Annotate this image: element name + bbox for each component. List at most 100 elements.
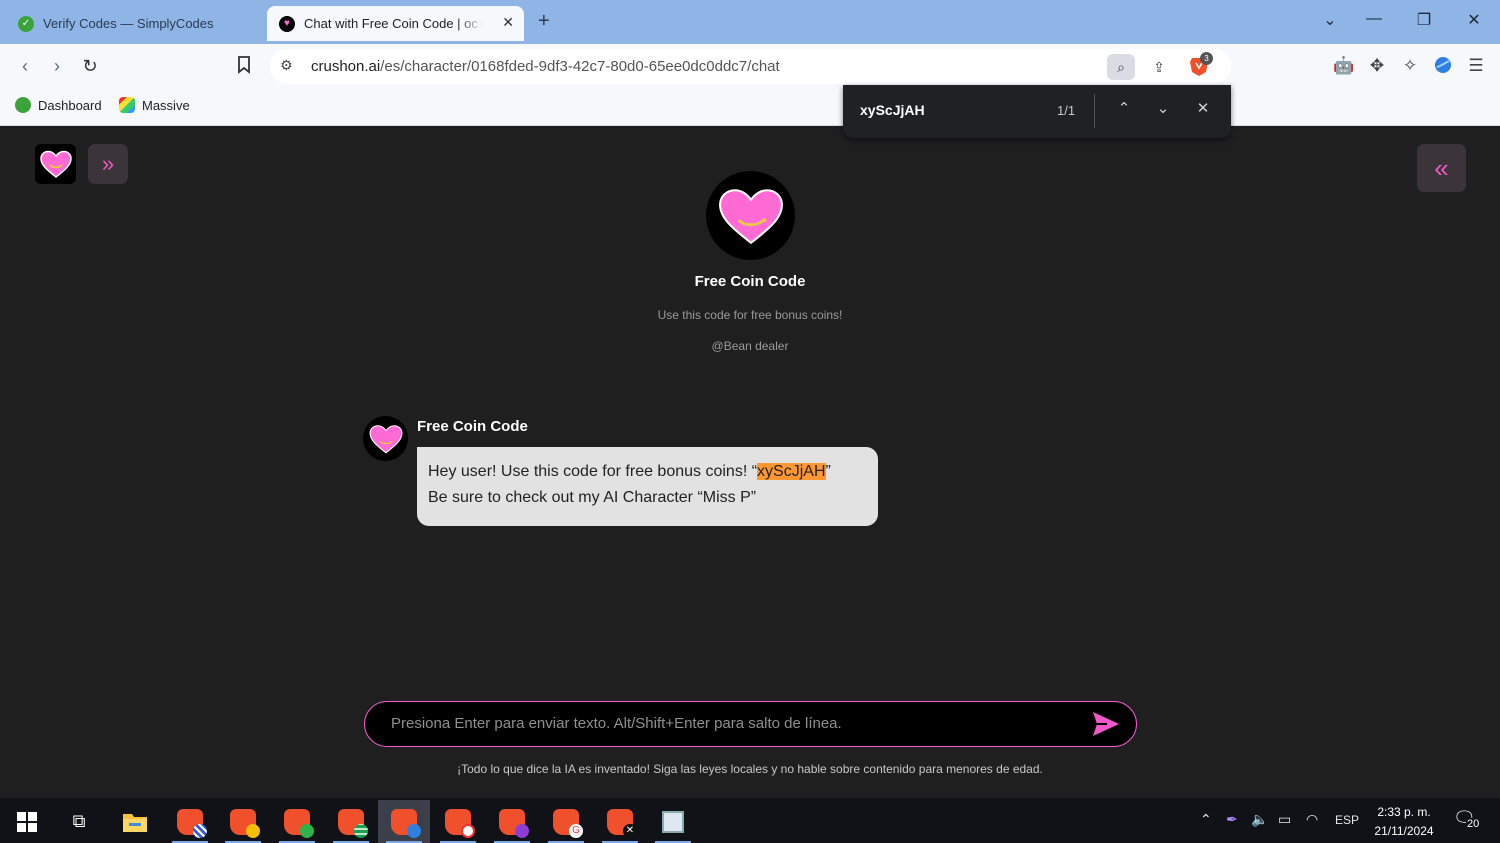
folder-icon (123, 813, 147, 832)
message-line-2: Be sure to check out my AI Character “Mi… (428, 489, 757, 506)
app-window-button[interactable] (647, 800, 699, 843)
file-explorer-button[interactable] (109, 800, 161, 843)
show-hidden-icons-icon[interactable]: ⌃ (1200, 811, 1212, 828)
message-avatar (363, 416, 408, 461)
tab-title: Chat with Free Coin Code | oc n (304, 16, 484, 31)
crushon-favicon-icon: ♥ (279, 15, 295, 32)
address-bar[interactable]: ⚙ crushon.ai/es/character/0168fded-9df3-… (270, 49, 1231, 84)
bookmark-label: Massive (142, 97, 190, 113)
ai-disclaimer: ¡Todo lo que dice la IA es inventado! Si… (457, 762, 1043, 776)
clock-time: 2:33 p. m. (1377, 805, 1431, 819)
back-icon[interactable]: ‹ (14, 56, 36, 77)
leo-ai-icon[interactable]: 🤖 (1333, 56, 1355, 76)
bookmark-massive[interactable]: Massive (119, 97, 190, 113)
dashboard-favicon-icon (15, 97, 31, 113)
bookmark-icon[interactable] (233, 56, 255, 79)
tab-chat-free-coin-code[interactable]: ♥ Chat with Free Coin Code | oc n ✕ (267, 6, 524, 41)
brave-icon (391, 808, 421, 838)
bookmark-dashboard[interactable]: Dashboard (15, 97, 102, 113)
bookmarks-bar: Dashboard Massive (0, 90, 1500, 126)
find-match-count: 1/1 (1057, 103, 1076, 118)
heart-avatar-icon (718, 188, 783, 244)
volume-icon[interactable]: 🔈 (1251, 811, 1268, 828)
brave-icon (177, 808, 207, 838)
brave-profile-5-button[interactable] (378, 800, 430, 843)
task-view-icon: ⧉ (72, 811, 86, 831)
feather-app-icon[interactable]: ✒ (1226, 811, 1238, 828)
vpn-globe-icon[interactable] (1432, 56, 1454, 79)
message-sender: Free Coin Code (417, 418, 528, 435)
brave-icon: G (553, 808, 583, 838)
character-name: Free Coin Code (694, 273, 806, 290)
brave-profile-1-button[interactable] (164, 800, 216, 843)
find-highlight: xyScJjAH (757, 463, 826, 480)
brave-icon (284, 808, 314, 838)
chat-page: » « Free Coin Code Use this code for fre… (0, 127, 1500, 798)
expand-sidebar-button[interactable]: » (88, 144, 128, 184)
brave-profile-7-button[interactable] (486, 800, 538, 843)
url-text: crushon.ai/es/character/0168fded-9df3-42… (311, 58, 780, 75)
tab-verify-codes[interactable]: ✓ Verify Codes — SimplyCodes (8, 6, 258, 41)
minimize-icon[interactable]: — (1362, 10, 1386, 28)
previous-match-icon[interactable]: ⌃ (1114, 99, 1134, 117)
share-icon[interactable]: ⇪ (1145, 54, 1173, 80)
find-input[interactable]: xyScJjAH (860, 102, 925, 118)
close-tab-icon[interactable]: ✕ (502, 14, 514, 31)
double-chevron-right-icon: » (101, 151, 115, 176)
simplycodes-favicon-icon: ✓ (18, 15, 34, 32)
double-chevron-left-icon: « (1434, 152, 1449, 183)
brave-icon (445, 808, 475, 838)
brave-profile-9-button[interactable]: ✕ (594, 800, 646, 843)
heart-logo-icon (39, 150, 72, 178)
collapse-panel-button[interactable]: « (1417, 144, 1466, 192)
windows-taskbar: ⧉ G ✕ ⌃ ✒ 🔈 ▭ ◠ ESP 2:33 p. m. 21/11/202… (0, 798, 1500, 843)
menu-icon[interactable]: ☰ (1465, 56, 1487, 76)
brave-profile-8-button[interactable]: G (540, 800, 592, 843)
brave-icon (499, 808, 529, 838)
message-bubble: Hey user! Use this code for free bonus c… (417, 447, 878, 526)
send-icon[interactable] (1091, 710, 1121, 738)
restore-icon[interactable]: ❐ (1412, 10, 1436, 30)
new-tab-icon[interactable]: + (538, 10, 550, 33)
notification-count: 20 (1466, 818, 1481, 830)
sparkle-icon[interactable]: ✧ (1399, 56, 1421, 76)
page-search-icon[interactable]: ⌕ (1107, 54, 1135, 80)
tab-title: Verify Codes — SimplyCodes (43, 16, 214, 31)
notification-center-button[interactable]: 🗨 20 (1453, 808, 1483, 832)
heart-avatar-icon (369, 424, 402, 453)
brave-profile-4-button[interactable] (325, 800, 377, 843)
system-clock[interactable]: 2:33 p. m. 21/11/2024 (1366, 803, 1442, 841)
brave-profile-6-button[interactable] (432, 800, 484, 843)
task-view-button[interactable]: ⧉ (53, 800, 105, 843)
bookmark-label: Dashboard (38, 97, 102, 113)
tab-strip: ✓ Verify Codes — SimplyCodes ♥ Chat with… (0, 0, 1500, 44)
forward-icon[interactable]: › (46, 56, 68, 77)
browser-toolbar: ‹ › ↻ ⚙ crushon.ai/es/character/0168fded… (0, 44, 1500, 90)
tab-search-chevron-icon[interactable]: ⌄ (1318, 10, 1342, 30)
character-author[interactable]: @Bean dealer (0, 339, 1500, 353)
divider (1094, 94, 1095, 128)
wifi-icon[interactable]: ◠ (1306, 811, 1318, 828)
brave-icon (230, 808, 260, 838)
character-avatar[interactable] (706, 171, 795, 260)
massive-favicon-icon (119, 97, 135, 113)
find-in-page-bar: xyScJjAH 1/1 ⌃ ⌄ ✕ (843, 85, 1231, 138)
brave-icon (338, 808, 368, 838)
reload-icon[interactable]: ↻ (79, 56, 101, 77)
close-window-icon[interactable]: ✕ (1462, 10, 1486, 30)
crushon-logo[interactable] (35, 144, 76, 184)
message-line-1: Hey user! Use this code for free bonus c… (428, 463, 831, 480)
site-settings-icon[interactable]: ⚙ (280, 57, 293, 74)
next-match-icon[interactable]: ⌄ (1153, 99, 1173, 117)
character-description: Use this code for free bonus coins! (657, 308, 843, 322)
clock-date: 21/11/2024 (1374, 824, 1434, 838)
close-find-icon[interactable]: ✕ (1193, 99, 1213, 117)
app-window-icon (662, 810, 684, 833)
extensions-icon[interactable]: ✥ (1366, 56, 1388, 76)
input-language[interactable]: ESP (1335, 813, 1359, 827)
message-input[interactable] (391, 702, 1071, 745)
brave-profile-2-button[interactable] (217, 800, 269, 843)
start-button[interactable] (1, 800, 53, 843)
brave-profile-3-button[interactable] (271, 800, 323, 843)
battery-icon[interactable]: ▭ (1278, 811, 1291, 828)
